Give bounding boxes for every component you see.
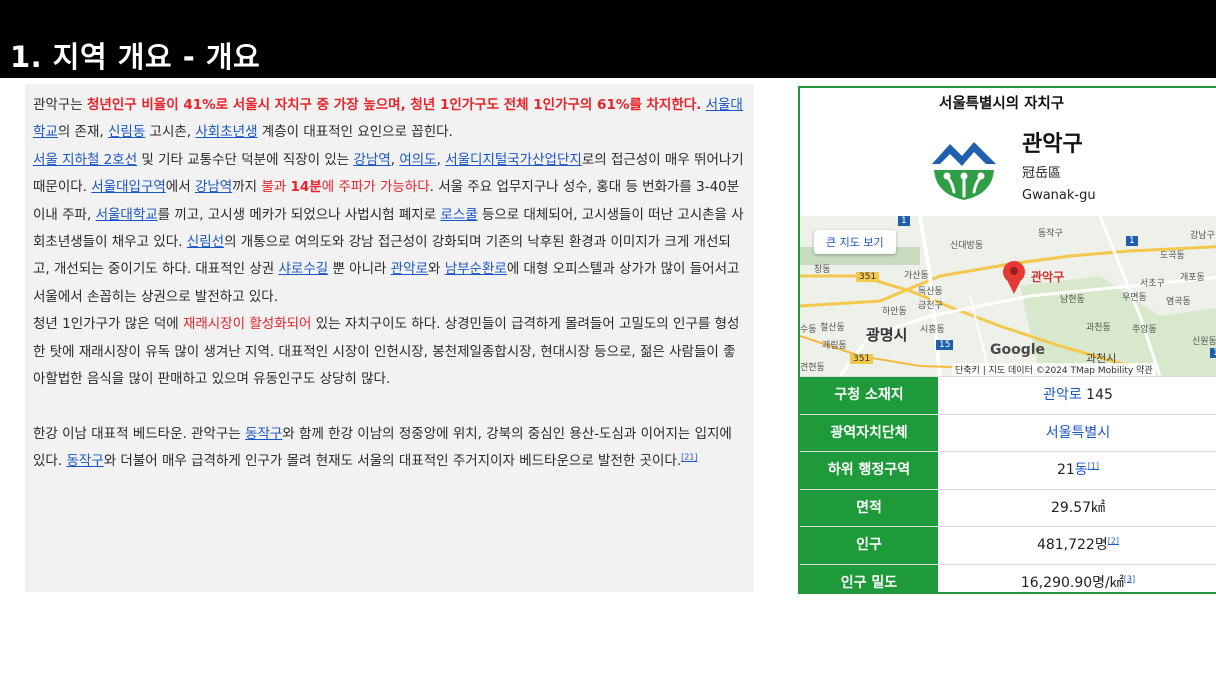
district-name: 관악구 [1022,132,1083,157]
district-romanization: Gwanak-gu [1022,188,1096,203]
link-gangnam-station[interactable]: 강남역 [353,152,390,168]
highlight-youth-ratio: 청년인구 비율이 41%로 서울시 자치구 중 가장 높으며, 청년 1인가구도… [86,97,702,113]
map-pin-label: 관악구 [1031,270,1065,284]
link-dongjak-gu[interactable]: 동작구 [245,426,282,442]
highlight-markets: 재래시장이 활성화되어 [182,316,312,333]
link-line-2[interactable]: 서울 지하철 2호선 [33,152,137,168]
article-text-panel: 관악구는 청년인구 비율이 41%로 서울시 자치구 중 가장 높으며, 청년 … [25,84,754,592]
infobox-emblem-area: 관악구 冠岳區 Gwanak-gu [800,120,1216,216]
link-snu-2[interactable]: 서울대학교 [96,207,158,223]
route-shield-1: 1 [898,216,910,226]
link-dong[interactable]: 동 [1075,462,1088,478]
paragraph-1: 관악구는 청년인구 비율이 41%로 서울시 자치구 중 가장 높으며, 청년 … [33,97,743,141]
link-yeouido[interactable]: 여의도 [399,152,436,168]
link-digital-complex[interactable]: 서울디지털국가산업단지 [445,152,582,168]
link-sharosu-gil[interactable]: 샤로수길 [278,261,328,277]
link-dongjak-gu-2[interactable]: 동작구 [66,453,103,469]
footnote-21[interactable]: [21] [681,453,697,462]
district-infobox: 서울특별시의 자치구 관악구 冠岳區 Gwanak-gu 큰 지도 보기 신대방… [798,86,1216,594]
slide-title: 1. 지역 개요 - 개요 [10,40,261,74]
infobox-row-metro: 광역자치단체 서울특별시 [800,413,1216,451]
link-sillim-dong[interactable]: 신림동 [108,124,145,140]
infobox-header: 서울특별시의 자치구 [939,96,1065,112]
link-new-workers[interactable]: 사회초년생 [195,124,257,140]
highlight-14min: 14분 [290,179,322,196]
link-seoul[interactable]: 서울특별시 [1046,425,1110,441]
link-office-road[interactable]: 관악로 [1043,387,1082,403]
location-map[interactable]: 큰 지도 보기 신대방동 동작구 강남구 도곡동 개포동 서초구 우면동 염곡동… [800,216,1216,376]
link-nambu-ring-road[interactable]: 남부순환로 [445,261,507,277]
large-map-button[interactable]: 큰 지도 보기 [814,230,896,254]
footnote-1[interactable]: [1] [1088,461,1099,470]
paragraph-2: 서울 지하철 2호선 및 기타 교통수단 덕분에 직장이 있는 강남역, 여의도… [33,151,744,305]
infobox-row-area: 면적 29.57㎢ [800,488,1216,526]
paragraph-4: 한강 이남 대표적 베드타운. 관악구는 동작구와 함께 한강 이남의 정중앙에… [33,425,732,470]
district-hanja: 冠岳區 [1022,166,1062,181]
infobox-row-population: 인구 481,722명[2] [800,526,1216,564]
link-snu-station[interactable]: 서울대입구역 [91,179,166,195]
footnote-3[interactable]: [3] [1124,574,1135,583]
google-logo: Google [990,342,1046,358]
link-gwanak-ro[interactable]: 관악로 [391,261,428,277]
paragraph-3: 청년 1인가구가 많은 덕에 재래시장이 활성화되어 있는 자치구이도 하다. … [33,316,740,388]
link-gangnam-station-2[interactable]: 강남역 [195,179,232,195]
slide-title-bar: 1. 지역 개요 - 개요 [0,0,1216,78]
route-shield-351-b: 351 [850,354,874,364]
route-shield-15: 15 [936,340,954,350]
infobox-row-office: 구청 소재지 관악로 145 [800,376,1216,414]
gwanak-emblem-icon [932,142,996,200]
footnote-2[interactable]: [2] [1108,536,1119,545]
link-sillim-line[interactable]: 신림선 [187,234,224,250]
map-attribution[interactable]: 단축키 | 지도 데이터 ©2024 TMap Mobility 약관 [952,363,1156,376]
route-shield-1-c: 1 [1210,348,1216,358]
route-shield-1-b: 1 [1126,236,1138,246]
infobox-row-subdivisions: 하위 행정구역 21동[1] [800,451,1216,489]
route-shield-351: 351 [856,272,880,282]
link-law-school[interactable]: 로스쿨 [440,207,477,223]
map-label-gwangmyeong: 광명시 [866,326,908,344]
infobox-row-density: 인구 밀도 16,290.90명/㎢[3] [800,563,1216,592]
